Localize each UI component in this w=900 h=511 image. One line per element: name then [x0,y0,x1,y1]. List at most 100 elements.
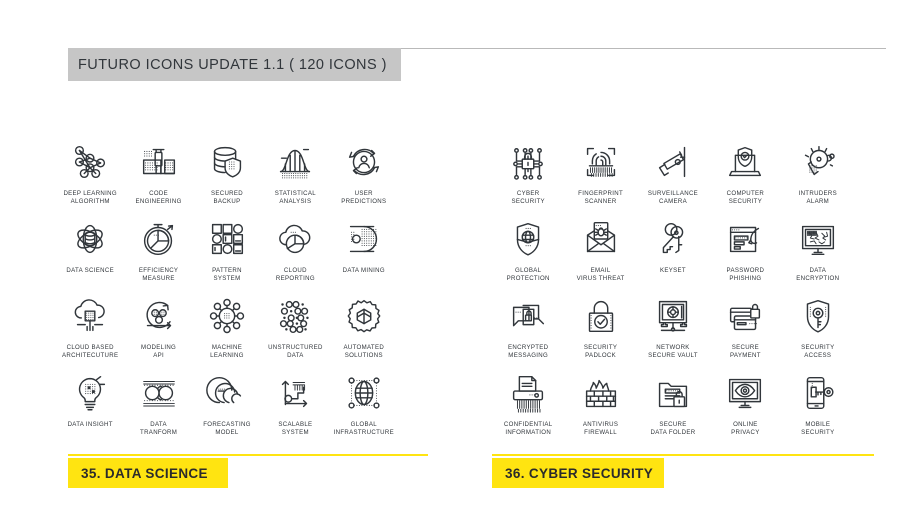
icon-cell[interactable]: FORECASTING MODEL [193,367,261,444]
icon-caption: DATA INSIGHT [67,421,113,428]
icon-caption: STATISTICAL ANALYSIS [274,190,316,205]
icon-cell[interactable]: MODELING API [124,290,192,367]
shield-globe-icon [505,213,551,265]
stopwatch-pie-icon [136,213,182,265]
icon-cell[interactable]: MOBILE SECURITY [782,367,854,444]
page-title: FUTURO ICONS UPDATE 1.1 ( 120 ICONS ) [78,56,387,73]
keyset-icon [650,213,696,265]
icon-caption: ANTIVIRUS FIREWALL [582,421,619,436]
icon-cell[interactable]: DATA SCIENCE [56,213,124,290]
firewall-icon [578,367,624,419]
icon-caption: SECURED BACKUP [210,190,244,205]
monitor-eye-icon [722,367,768,419]
icon-caption: CLOUD REPORTING [275,267,315,282]
icon-caption: ENCRYPTED MESSAGING [508,344,549,359]
unstructured-dots-icon [272,290,318,342]
icon-cell[interactable]: SURVEILLANCE CAMERA [637,136,709,213]
icon-panels: DEEP LEARNING ALGORITHM CODE ENGINEERING… [0,136,900,444]
icon-cell[interactable]: COMPUTER SECURITY [709,136,781,213]
icon-caption: NETWORK SECURE VAULT [648,344,698,359]
shredder-icon [505,367,551,419]
icon-cell[interactable]: UNSTRUCTURED DATA [261,290,329,367]
icon-cell[interactable]: EMAIL VIRUS THREAT [564,213,636,290]
pattern-grid-icon [204,213,250,265]
icon-grid-right: CYBER SECURITY FINGERPRINT SCANNER SURVE… [450,136,900,444]
icon-cell[interactable]: GLOBAL PROTECTION [492,213,564,290]
infinity-transform-icon [136,367,182,419]
icon-cell[interactable]: INTRUDERS ALARM [782,136,854,213]
icon-cell[interactable]: STATISTICAL ANALYSIS [261,136,329,213]
icon-caption: SECURE PAYMENT [729,344,761,359]
laptop-shield-icon [722,136,768,188]
footer-label-left: 35. DATA SCIENCE [81,465,208,481]
email-virus-icon [578,213,624,265]
icon-caption: SCALABLE SYSTEM [278,421,313,436]
modeling-api-icon [136,290,182,342]
globe-infrastructure-icon [341,367,387,419]
icon-caption: DATA ENCRYPTION [796,267,840,282]
icon-caption: AUTOMATED SOLUTIONS [343,344,385,359]
icon-cell[interactable]: ANTIVIRUS FIREWALL [564,367,636,444]
icon-caption: CODE ENGINEERING [135,190,182,205]
icon-caption: COMPUTER SECURITY [726,190,765,205]
icon-cell[interactable]: DATA MINING [330,213,398,290]
icon-cell[interactable]: SECURE PAYMENT [709,290,781,367]
icon-caption: DATA TRANFORM [140,421,178,436]
cctv-camera-icon [650,136,696,188]
folder-lock-icon [650,367,696,419]
icon-cell[interactable]: CLOUD REPORTING [261,213,329,290]
icon-cell[interactable]: DATA INSIGHT [56,367,124,444]
icon-caption: MOBILE SECURITY [801,421,835,436]
password-phishing-icon [722,213,768,265]
icon-caption: USER PREDICTIONS [341,190,387,205]
footer-label-right: 36. CYBER SECURITY [505,465,654,481]
icon-cell[interactable]: GLOBAL INFRASTRUCTURE [330,367,398,444]
panel-data-science: DEEP LEARNING ALGORITHM CODE ENGINEERING… [0,136,450,444]
icon-caption: DEEP LEARNING ALGORITHM [63,190,117,205]
footer-chip-left: 35. DATA SCIENCE [68,458,228,488]
icon-cell[interactable]: PATTERN SYSTEM [193,213,261,290]
icon-caption: DATA MINING [342,267,385,274]
icon-cell[interactable]: FINGERPRINT SCANNER [564,136,636,213]
icon-cell[interactable]: AUTOMATED SOLUTIONS [330,290,398,367]
atom-database-icon [67,213,113,265]
icon-caption: PASSWORD PHISHING [726,267,765,282]
monitor-encryption-icon [795,213,841,265]
icon-caption: GLOBAL INFRASTRUCTURE [333,421,394,436]
footer-chip-right: 36. CYBER SECURITY [492,458,664,488]
icon-cell[interactable]: CONFIDENTIAL INFORMATION [492,367,564,444]
icon-cell[interactable]: ENCRYPTED MESSAGING [492,290,564,367]
icon-cell[interactable]: SECURE DATA FOLDER [637,367,709,444]
icon-cell[interactable]: EFFICIENCY MEASURE [124,213,192,290]
icon-cell[interactable]: KEYSET [637,213,709,290]
icon-cell[interactable]: SECURITY ACCESS [782,290,854,367]
icon-cell[interactable]: DEEP LEARNING ALGORITHM [56,136,124,213]
lightbulb-data-icon [67,367,113,419]
footer-data-science: 35. DATA SCIENCE [68,454,438,488]
icon-cell[interactable]: SECURED BACKUP [193,136,261,213]
icon-cell[interactable]: SCALABLE SYSTEM [261,367,329,444]
footer-rule-left [68,454,428,456]
code-engineering-icon [136,136,182,188]
icon-caption: ONLINE PRIVACY [731,421,760,436]
icon-cell[interactable]: CLOUD BASED ARCHITECUTURE [56,290,124,367]
padlock-check-icon [578,290,624,342]
icon-caption: MODELING API [141,344,177,359]
icon-cell[interactable]: NETWORK SECURE VAULT [637,290,709,367]
machine-learning-icon [204,290,250,342]
icon-cell[interactable]: SECURITY PADLOCK [564,290,636,367]
icon-cell[interactable]: MACHINE LEARNING [193,290,261,367]
circuit-lock-icon [505,136,551,188]
icon-caption: KEYSET [660,267,686,274]
neural-network-icon [67,136,113,188]
icon-cell[interactable]: ONLINE PRIVACY [709,367,781,444]
icon-cell[interactable]: PASSWORD PHISHING [709,213,781,290]
icon-cell[interactable]: CODE ENGINEERING [124,136,192,213]
icon-cell[interactable]: USER PREDICTIONS [330,136,398,213]
icon-cell[interactable]: CYBER SECURITY [492,136,564,213]
icon-cell[interactable]: DATA TRANFORM [124,367,192,444]
mobile-key-icon [795,367,841,419]
icon-cell[interactable]: DATA ENCRYPTION [782,213,854,290]
secured-backup-icon [204,136,250,188]
user-predictions-icon [341,136,387,188]
